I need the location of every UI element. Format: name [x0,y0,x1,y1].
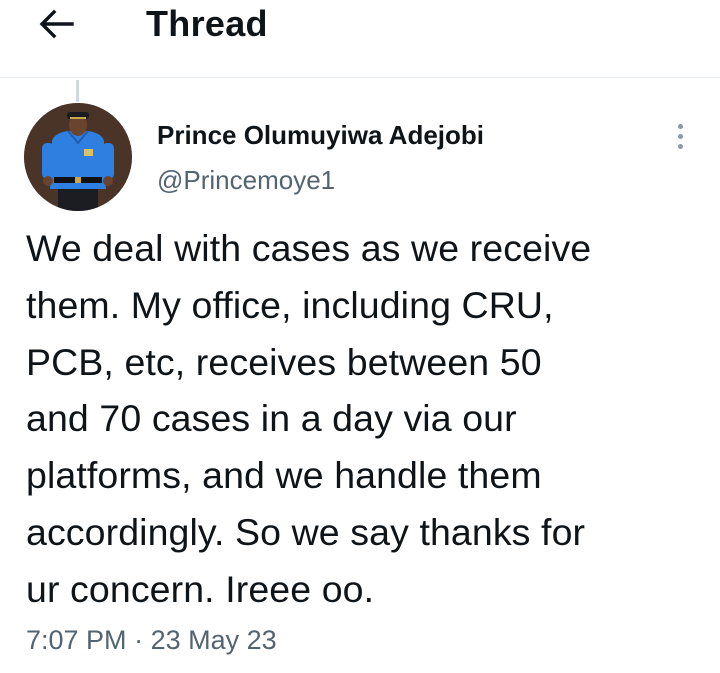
more-vertical-icon-dot [677,143,683,149]
more-vertical-icon-dot [677,133,683,139]
more-options-button[interactable] [664,118,696,154]
tweet-time[interactable]: 7:07 PM [26,625,127,655]
tweet-timestamp: 7:07 PM · 23 May 23 [26,620,277,660]
author-display-name[interactable]: Prince Olumuyiwa Adejobi [157,118,484,152]
avatar[interactable] [24,103,132,211]
avatar-image [24,103,132,211]
more-vertical-icon [677,123,683,129]
top-bar: Thread [0,0,720,78]
back-button[interactable] [34,4,78,44]
arrow-left-icon [39,9,74,39]
thread-connector-line [76,80,79,102]
page-title: Thread [146,3,268,44]
tweet-text: We deal with cases as we receive them. M… [26,227,592,610]
tweet-date[interactable]: 23 May 23 [151,625,277,655]
timestamp-separator: · [134,625,144,655]
author-handle[interactable]: @Princemoye1 [157,163,335,197]
